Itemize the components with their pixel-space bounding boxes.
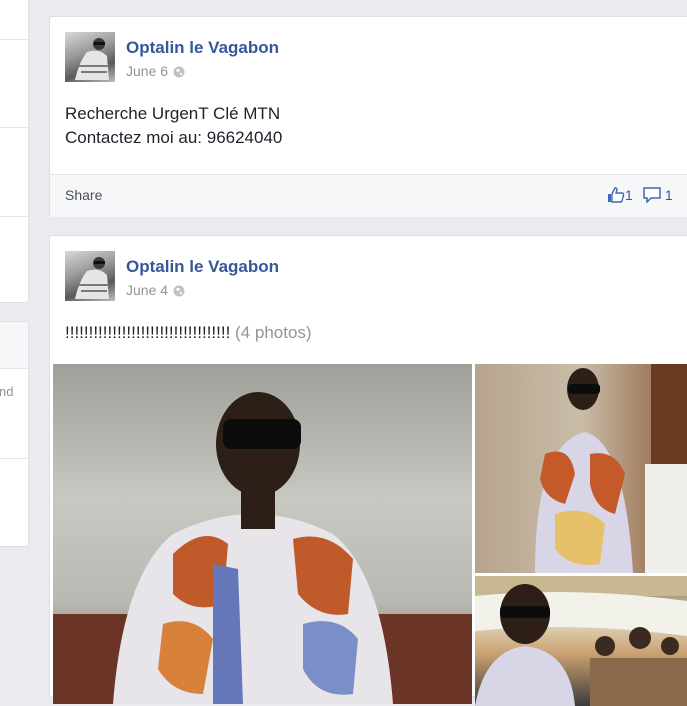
post-body: !!!!!!!!!!!!!!!!!!!!!!!!!!!!!!!!!!! (4 p… [65, 321, 312, 345]
post-body-text: !!!!!!!!!!!!!!!!!!!!!!!!!!!!!!!!!!! [65, 323, 231, 342]
post-date-text[interactable]: June 6 [126, 63, 168, 79]
post-date[interactable]: June 6 [126, 63, 185, 81]
speech-bubble-icon [643, 187, 661, 204]
post-footer: Share 1 1 [50, 174, 687, 217]
post-author-link[interactable]: Optalin le Vagabon [126, 257, 279, 277]
post-photo[interactable] [475, 364, 687, 573]
post-author-link[interactable]: Optalin le Vagabon [126, 38, 279, 58]
avatar[interactable] [65, 251, 115, 301]
post-date[interactable]: June 4 [126, 282, 185, 300]
divider [0, 39, 28, 40]
sidebar-card: nd [0, 321, 29, 547]
divider [0, 216, 28, 217]
post-body-line: Recherche UrgenT Clé MTN [65, 104, 281, 123]
sidebar-snippet-text: nd [0, 384, 14, 399]
globe-icon [173, 284, 185, 300]
post-photo[interactable] [53, 364, 472, 704]
post-date-text[interactable]: June 4 [126, 282, 168, 298]
post-body-line: Contactez moi au: 96624040 [65, 128, 283, 147]
thumbs-up-icon [608, 187, 625, 203]
like-count[interactable]: 1 [607, 187, 633, 203]
feed-post: Optalin le Vagabon June 4 !!!!!!!!!!!!!!… [49, 235, 687, 706]
comment-count[interactable]: 1 [643, 187, 673, 204]
divider [0, 458, 28, 459]
divider [0, 127, 28, 128]
avatar[interactable] [65, 32, 115, 82]
sidebar-card [0, 0, 29, 303]
like-count-text: 1 [625, 187, 633, 203]
feed-post: Optalin le Vagabon June 6 Recherche Urge… [49, 16, 687, 217]
share-button[interactable]: Share [65, 187, 102, 203]
left-sidebar: nd [0, 0, 29, 665]
post-body: Recherche UrgenT Clé MTN Contactez moi a… [65, 102, 282, 150]
sidebar-card-header [0, 322, 28, 369]
post-photo[interactable] [475, 576, 687, 706]
comment-count-text: 1 [664, 187, 673, 203]
photos-count-link[interactable]: (4 photos) [235, 323, 312, 342]
globe-icon [173, 65, 185, 81]
